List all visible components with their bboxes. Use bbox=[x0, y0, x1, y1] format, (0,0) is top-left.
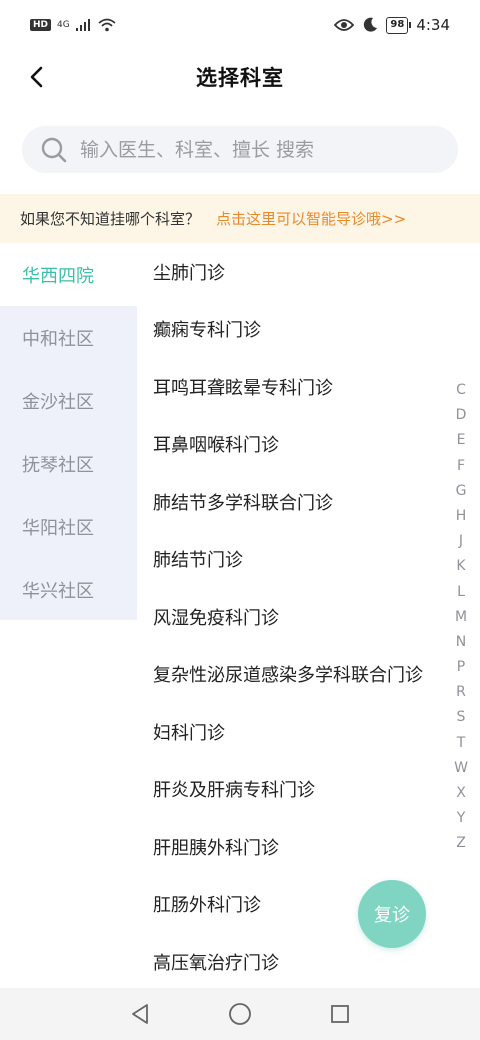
search-icon bbox=[41, 137, 67, 162]
list-item[interactable]: 复杂性泌尿道感染多学科联合门诊 bbox=[137, 646, 447, 704]
list-item[interactable]: 风湿免疫科门诊 bbox=[137, 588, 447, 646]
triangle-back-icon bbox=[132, 1004, 148, 1024]
square-recents-icon bbox=[331, 1005, 349, 1023]
alpha-index-c[interactable]: C bbox=[456, 378, 466, 403]
sidebar-item-label: 中和社区 bbox=[22, 328, 94, 350]
alpha-index-s[interactable]: S bbox=[457, 705, 466, 730]
signal-icon bbox=[75, 19, 90, 31]
alpha-index-r[interactable]: R bbox=[456, 680, 466, 705]
alphabet-index: C D E F G H J K L M N P R S T W X Y Z bbox=[454, 378, 468, 857]
status-bar: HD 4G 98 4:34 bbox=[0, 0, 480, 54]
alpha-index-n[interactable]: N bbox=[456, 630, 466, 655]
sidebar-item-fuqin[interactable]: 抚琴社区 bbox=[0, 432, 137, 495]
battery-indicator: 98 bbox=[386, 16, 412, 34]
nav-back-button[interactable] bbox=[90, 988, 190, 1040]
circle-home-icon bbox=[229, 1003, 251, 1025]
search-input[interactable] bbox=[80, 138, 440, 161]
status-right: 98 4:34 bbox=[334, 16, 450, 34]
list-item[interactable]: 肺结节多学科联合门诊 bbox=[137, 473, 447, 531]
alpha-index-d[interactable]: D bbox=[456, 403, 467, 428]
system-nav-bar bbox=[0, 988, 480, 1040]
nav-home-button[interactable] bbox=[190, 988, 290, 1040]
smart-guide-notice: 如果您不知道挂哪个科室？ 点击这里可以智能导诊哦>> bbox=[0, 194, 480, 243]
revisit-button[interactable]: 复诊 bbox=[358, 880, 426, 948]
status-time: 4:34 bbox=[416, 16, 450, 34]
hd-badge: HD bbox=[30, 19, 52, 31]
page-title: 选择科室 bbox=[196, 66, 284, 90]
status-left: HD 4G bbox=[30, 18, 116, 32]
alpha-index-m[interactable]: M bbox=[455, 605, 467, 630]
alpha-index-k[interactable]: K bbox=[456, 554, 465, 579]
sidebar-item-label: 金沙社区 bbox=[22, 391, 94, 413]
alpha-index-w[interactable]: W bbox=[454, 756, 468, 781]
hospital-sidebar: 华西四院 中和社区 金沙社区 抚琴社区 华阳社区 华兴社区 bbox=[0, 243, 137, 620]
alpha-index-h[interactable]: H bbox=[456, 504, 467, 529]
list-item[interactable]: 妇科门诊 bbox=[137, 703, 447, 761]
list-item[interactable]: 尘肺门诊 bbox=[137, 243, 447, 301]
alpha-index-y[interactable]: Y bbox=[457, 806, 466, 831]
sidebar-item-label: 华西四院 bbox=[22, 265, 94, 287]
moon-icon bbox=[364, 17, 378, 32]
sidebar-item-label: 华阳社区 bbox=[22, 517, 94, 539]
list-item[interactable]: 癫痫专科门诊 bbox=[137, 301, 447, 359]
smart-guide-link[interactable]: 点击这里可以智能导诊哦>> bbox=[216, 208, 406, 229]
list-item[interactable]: 肝炎及肝病专科门诊 bbox=[137, 761, 447, 819]
alpha-index-e[interactable]: E bbox=[457, 428, 466, 453]
alpha-index-f[interactable]: F bbox=[457, 454, 465, 479]
alpha-index-j[interactable]: J bbox=[459, 529, 463, 554]
alpha-index-l[interactable]: L bbox=[457, 580, 465, 605]
sidebar-item-huaxi-4th[interactable]: 华西四院 bbox=[0, 243, 137, 306]
sidebar-item-huayang[interactable]: 华阳社区 bbox=[0, 495, 137, 558]
wifi-icon bbox=[98, 18, 116, 32]
list-item[interactable]: 肝胆胰外科门诊 bbox=[137, 818, 447, 876]
eye-icon bbox=[334, 19, 355, 31]
sidebar-item-label: 华兴社区 bbox=[22, 580, 94, 602]
alpha-index-z[interactable]: Z bbox=[456, 831, 466, 856]
nav-recents-button[interactable] bbox=[290, 988, 390, 1040]
list-item[interactable]: 耳鸣耳聋眩晕专科门诊 bbox=[137, 358, 447, 416]
alpha-index-t[interactable]: T bbox=[457, 731, 466, 756]
alpha-index-x[interactable]: X bbox=[456, 781, 466, 806]
sidebar-item-zhonghe[interactable]: 中和社区 bbox=[0, 306, 137, 369]
sidebar-item-label: 抚琴社区 bbox=[22, 454, 94, 476]
department-list: 尘肺门诊 癫痫专科门诊 耳鸣耳聋眩晕专科门诊 耳鼻咽喉科门诊 肺结节多学科联合门… bbox=[137, 243, 447, 991]
network-label: 4G bbox=[57, 19, 70, 30]
notice-text: 如果您不知道挂哪个科室？ bbox=[20, 210, 201, 228]
alpha-index-p[interactable]: P bbox=[457, 655, 465, 680]
sidebar-item-huaxing[interactable]: 华兴社区 bbox=[0, 558, 137, 621]
search-bar[interactable] bbox=[22, 126, 458, 173]
sidebar-item-jinsha[interactable]: 金沙社区 bbox=[0, 369, 137, 432]
list-item[interactable]: 肺结节门诊 bbox=[137, 531, 447, 589]
list-item[interactable]: 耳鼻咽喉科门诊 bbox=[137, 416, 447, 474]
header: 选择科室 bbox=[0, 54, 480, 114]
alpha-index-g[interactable]: G bbox=[456, 479, 467, 504]
